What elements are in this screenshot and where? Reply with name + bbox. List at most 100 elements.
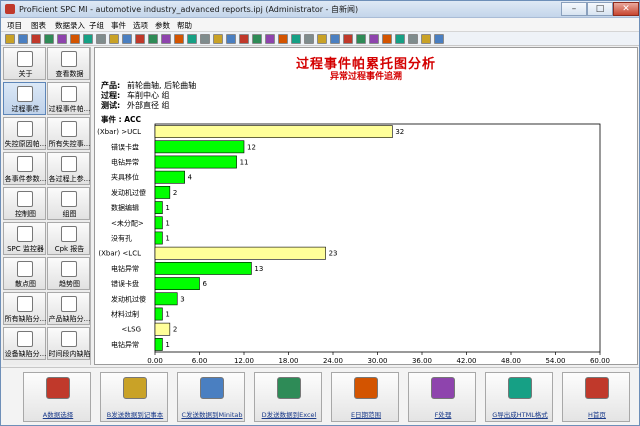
toolbar-tool-icon[interactable] xyxy=(421,34,431,44)
toolbar-tool-icon[interactable] xyxy=(18,34,28,44)
toolbar-tool-icon[interactable] xyxy=(148,34,158,44)
toolbar-tool-icon[interactable] xyxy=(252,34,262,44)
toolbar-tool-icon[interactable] xyxy=(265,34,275,44)
data-label: 23 xyxy=(329,250,338,258)
bottom-action-button[interactable]: G导出成HTML格式 xyxy=(485,372,553,422)
sidebar-item[interactable]: 各事件参数... xyxy=(3,152,46,185)
toolbar-tool-icon[interactable] xyxy=(161,34,171,44)
sidebar-item[interactable]: 失控原因帕... xyxy=(3,117,46,150)
sidebar-item[interactable]: 散点图 xyxy=(3,257,46,290)
toolbar-tool-icon[interactable] xyxy=(304,34,314,44)
sidebar-item[interactable]: 关于 xyxy=(3,47,46,80)
menu-chart[interactable]: 图表 xyxy=(31,20,46,31)
sidebar-item[interactable]: 所有缺陷分... xyxy=(3,292,46,325)
bottom-action-label: H首页 xyxy=(588,411,606,419)
sidebar-item[interactable]: 查看数据 xyxy=(47,47,90,80)
toolbar-tool-icon[interactable] xyxy=(83,34,93,44)
toolbar-tool-icon[interactable] xyxy=(278,34,288,44)
sidebar-item[interactable]: Cpk 报告 xyxy=(47,222,90,255)
pareto-icon xyxy=(61,121,77,137)
sidebar-item-label: 失控原因帕... xyxy=(4,140,47,148)
menu-project[interactable]: 项目 xyxy=(7,20,22,31)
toolbar-tool-icon[interactable] xyxy=(434,34,444,44)
x-tick-label: 12.00 xyxy=(234,357,254,365)
control-chart-icon xyxy=(17,191,33,207)
toolbar-tool-icon[interactable] xyxy=(395,34,405,44)
menu-help[interactable]: 帮助 xyxy=(177,20,192,31)
sidebar-item[interactable]: 过程事件 xyxy=(3,82,46,115)
toolbar-tool-icon[interactable] xyxy=(96,34,106,44)
data-label: 1 xyxy=(165,341,169,349)
minimize-button[interactable]: – xyxy=(561,2,587,16)
toolbar-tool-icon[interactable] xyxy=(330,34,340,44)
x-tick-label: 36.00 xyxy=(412,357,432,365)
toolbar xyxy=(1,32,639,46)
menu-data-entry[interactable]: 数据录入 xyxy=(55,20,85,31)
toolbar-tool-icon[interactable] xyxy=(135,34,145,44)
toolbar-tool-icon[interactable] xyxy=(109,34,119,44)
toolbar-tool-icon[interactable] xyxy=(226,34,236,44)
bottom-action-button[interactable]: C发送数据到Minitab xyxy=(177,372,245,422)
toolbar-tool-icon[interactable] xyxy=(239,34,249,44)
menu-options[interactable]: 选项 xyxy=(133,20,148,31)
bottom-action-label: D发送数据到Excel xyxy=(261,411,317,419)
toolbar-tool-icon[interactable] xyxy=(369,34,379,44)
bottom-action-button[interactable]: D发送数据到Excel xyxy=(254,372,322,422)
sidebar-item[interactable]: 趋势图 xyxy=(47,257,90,290)
category-label: 错误卡盘 xyxy=(111,279,139,288)
sidebar-item-label: 设备缺陷分... xyxy=(4,350,47,358)
close-button[interactable]: ✕ xyxy=(613,2,639,16)
bottom-action-label: A数据选择 xyxy=(42,411,74,419)
toolbar-tool-icon[interactable] xyxy=(5,34,15,44)
category-label: 数据编辑 xyxy=(111,203,139,212)
menu-params[interactable]: 参数 xyxy=(155,20,170,31)
toolbar-tool-icon[interactable] xyxy=(57,34,67,44)
toolbar-tool-icon[interactable] xyxy=(213,34,223,44)
view-data-icon xyxy=(61,51,77,67)
bottom-action-button[interactable]: H首页 xyxy=(562,372,630,422)
toolbar-tool-icon[interactable] xyxy=(31,34,41,44)
toolbar-tool-icon[interactable] xyxy=(291,34,301,44)
pareto-icon xyxy=(17,121,33,137)
toolbar-tool-icon[interactable] xyxy=(408,34,418,44)
bottom-action-button[interactable]: E日期范围 xyxy=(331,372,399,422)
bar xyxy=(154,201,163,214)
maximize-button[interactable]: □ xyxy=(587,2,613,16)
pareto-icon xyxy=(17,156,33,172)
toolbar-tool-icon[interactable] xyxy=(44,34,54,44)
menu-event[interactable]: 事件 xyxy=(111,20,126,31)
toolbar-tool-icon[interactable] xyxy=(382,34,392,44)
sidebar-item[interactable]: 时间段内缺陷 xyxy=(47,327,91,360)
toolbar-tool-icon[interactable] xyxy=(187,34,197,44)
x-tick-label: 18.00 xyxy=(278,357,298,365)
bar xyxy=(154,307,163,321)
process-icon xyxy=(431,377,455,399)
title-bar: ProFicient SPC MI - automotive industry_… xyxy=(1,1,639,18)
sidebar-item[interactable]: 设备缺陷分... xyxy=(3,327,46,360)
data-label: 13 xyxy=(254,265,263,273)
sidebar-item[interactable]: 产品缺陷分... xyxy=(47,292,90,325)
sidebar-item[interactable]: 各过程上参... xyxy=(47,152,90,185)
bottom-action-button[interactable]: B发送数据到记事本 xyxy=(100,372,168,422)
toolbar-tool-icon[interactable] xyxy=(356,34,366,44)
toolbar-tool-icon[interactable] xyxy=(343,34,353,44)
about-icon xyxy=(17,51,33,67)
sidebar-item[interactable]: 组图 xyxy=(47,187,90,220)
bottom-action-button[interactable]: F处理 xyxy=(408,372,476,422)
sidebar-item[interactable]: SPC 监控器 xyxy=(3,222,46,255)
toolbar-tool-icon[interactable] xyxy=(200,34,210,44)
toolbar-tool-icon[interactable] xyxy=(174,34,184,44)
category-label: 电钻异常 xyxy=(111,158,139,167)
sidebar-item-label: 时间段内缺陷 xyxy=(48,350,91,358)
bottom-action-button[interactable]: A数据选择 xyxy=(23,372,91,422)
sidebar-item[interactable]: 所有失控事... xyxy=(47,117,90,150)
group-chart-icon xyxy=(61,191,77,207)
sidebar-item-label: 各事件参数... xyxy=(4,175,47,183)
sidebar-item[interactable]: 控制图 xyxy=(3,187,46,220)
toolbar-tool-icon[interactable] xyxy=(317,34,327,44)
data-label: 32 xyxy=(395,128,404,136)
toolbar-tool-icon[interactable] xyxy=(122,34,132,44)
sidebar-item[interactable]: 过程事件帕... xyxy=(47,82,90,115)
menu-subgroup[interactable]: 子组 xyxy=(89,20,104,31)
toolbar-tool-icon[interactable] xyxy=(70,34,80,44)
